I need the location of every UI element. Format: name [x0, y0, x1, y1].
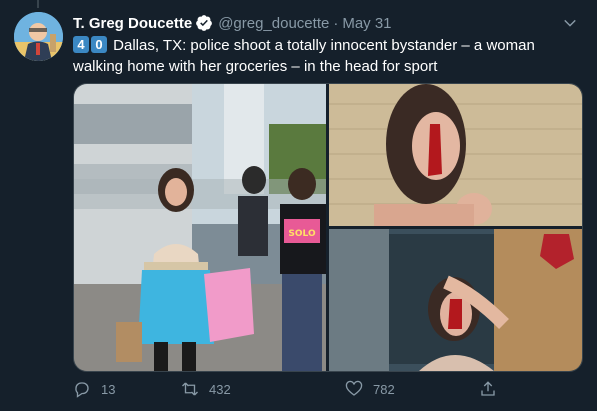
shirt-text: SOLO — [288, 229, 316, 239]
display-name[interactable]: T. Greg Doucette — [73, 15, 192, 32]
share-icon — [481, 381, 495, 396]
verified-badge-icon — [195, 14, 213, 32]
tweet[interactable]: T. Greg Doucette @greg_doucette · May 31… — [0, 0, 597, 411]
like-count: 782 — [373, 381, 395, 397]
handle[interactable]: @greg_doucette — [218, 15, 329, 32]
like-button[interactable]: 782 — [345, 380, 395, 398]
chevron-down-icon[interactable] — [561, 14, 579, 32]
media-photo-closeup[interactable] — [329, 84, 582, 226]
keycap-digit-0: 0 — [91, 36, 107, 53]
tweet-actions: 13 432 782 — [73, 380, 503, 400]
avatar-illustration — [14, 12, 63, 61]
reply-button[interactable]: 13 — [73, 380, 115, 398]
media-photo-street[interactable]: SOLO — [74, 84, 326, 371]
tweet-text: 40 Dallas, TX: police shoot a totally in… — [73, 35, 573, 77]
retweet-icon — [182, 382, 198, 396]
reply-icon — [75, 382, 89, 398]
heart-icon — [345, 380, 363, 396]
media-photo-officer[interactable] — [329, 229, 582, 371]
tweet-body-text: Dallas, TX: police shoot a totally innoc… — [73, 37, 535, 75]
retweet-count: 432 — [209, 381, 231, 397]
share-button[interactable] — [479, 380, 507, 398]
tweet-date[interactable]: May 31 — [342, 15, 391, 32]
tweet-header: T. Greg Doucette @greg_doucette · May 31 — [73, 12, 583, 34]
reply-count: 13 — [101, 381, 116, 397]
retweet-button[interactable]: 432 — [181, 380, 231, 398]
avatar[interactable] — [14, 12, 63, 61]
media-grid[interactable]: SOLO — [73, 83, 583, 372]
keycap-digit-4: 4 — [73, 36, 89, 53]
separator-dot: · — [333, 14, 339, 32]
